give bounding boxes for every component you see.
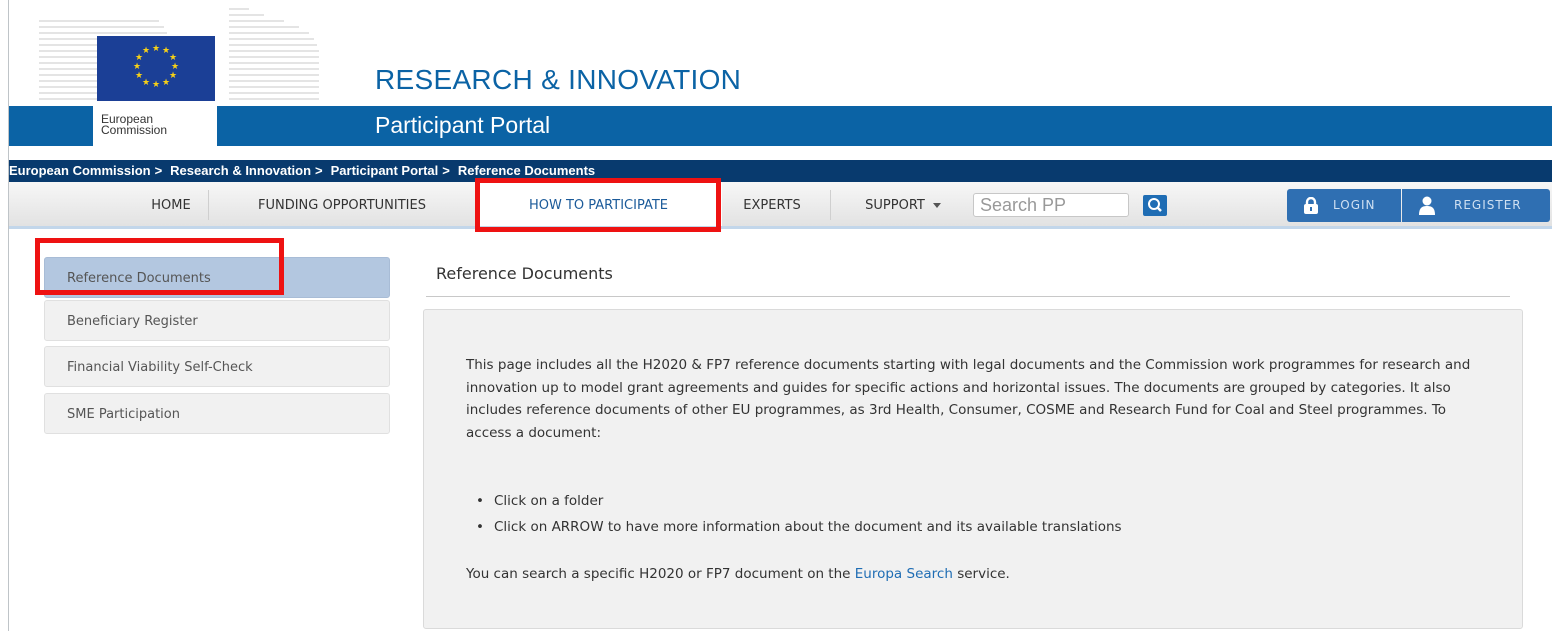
breadcrumb-current: Reference Documents bbox=[457, 163, 596, 178]
title-divider bbox=[426, 296, 1510, 297]
search-note-text: You can search a specific H2020 or FP7 d… bbox=[466, 566, 851, 582]
login-button[interactable]: LOGIN bbox=[1287, 189, 1401, 222]
svg-text:★: ★ bbox=[169, 71, 177, 81]
search-note-end: service. bbox=[957, 566, 1010, 582]
register-label: REGISTER bbox=[1454, 198, 1522, 212]
user-icon bbox=[1419, 196, 1435, 215]
site-title[interactable]: RESEARCH & INNOVATION bbox=[375, 64, 741, 96]
breadcrumb-link-portal[interactable]: Participant Portal bbox=[331, 160, 439, 182]
sidebar-item-financial-viability[interactable]: Financial Viability Self-Check bbox=[44, 346, 390, 387]
register-button[interactable]: REGISTER bbox=[1402, 189, 1550, 222]
eu-stars-icon: ★ ★ ★ ★ ★ ★ ★ ★ ★ ★ ★ ★ bbox=[133, 44, 179, 90]
title-band bbox=[9, 106, 1552, 146]
sidebar-item-reference-documents[interactable]: Reference Documents bbox=[44, 257, 390, 298]
portal-title[interactable]: Participant Portal bbox=[375, 112, 550, 139]
breadcrumb-separator: > bbox=[154, 163, 163, 178]
nav-funding-opportunities[interactable]: FUNDING OPPORTUNITIES bbox=[211, 182, 473, 226]
sidebar-item-beneficiary-register[interactable]: Beneficiary Register bbox=[44, 300, 390, 341]
nav-support-label: SUPPORT bbox=[865, 198, 925, 213]
nav-how-to-participate[interactable]: HOW TO PARTICIPATE bbox=[475, 182, 722, 226]
europa-search-link[interactable]: Europa Search bbox=[855, 566, 953, 582]
svg-text:★: ★ bbox=[135, 71, 143, 81]
eu-flag-logo[interactable]: ★ ★ ★ ★ ★ ★ ★ ★ ★ ★ ★ ★ bbox=[97, 36, 215, 101]
svg-text:★: ★ bbox=[133, 62, 141, 72]
breadcrumb-separator: > bbox=[442, 163, 450, 178]
login-label: LOGIN bbox=[1333, 198, 1376, 212]
nav-home[interactable]: HOME bbox=[136, 182, 206, 226]
page-title: Reference Documents bbox=[436, 264, 613, 283]
svg-text:★: ★ bbox=[142, 46, 150, 56]
list-item: Click on ARROW to have more information … bbox=[466, 514, 1122, 540]
svg-text:★: ★ bbox=[152, 44, 160, 54]
breadcrumb-separator: > bbox=[315, 163, 323, 178]
sidebar-item-sme-participation[interactable]: SME Participation bbox=[44, 393, 390, 434]
logo-line-2: Commission bbox=[101, 123, 168, 137]
instructions-list: Click on a folder Click on ARROW to have… bbox=[466, 488, 1122, 540]
svg-text:★: ★ bbox=[142, 78, 150, 88]
search-button[interactable] bbox=[1143, 195, 1167, 216]
nav-support[interactable]: SUPPORT bbox=[837, 182, 969, 226]
svg-text:★: ★ bbox=[162, 78, 170, 88]
commission-logo-box[interactable]: European Commission bbox=[93, 106, 217, 146]
breadcrumb: European Commission > Research & Innovatio… bbox=[9, 160, 1552, 182]
intro-paragraph: This page includes all the H2020 & FP7 r… bbox=[466, 357, 1471, 441]
site-header: ★ ★ ★ ★ ★ ★ ★ ★ ★ ★ ★ ★ European Commiss… bbox=[9, 0, 1552, 152]
list-item: Click on a folder bbox=[466, 488, 1122, 514]
breadcrumb-link-research[interactable]: Research & Innovation bbox=[170, 160, 311, 182]
svg-text:★: ★ bbox=[152, 80, 160, 90]
nav-experts[interactable]: EXPERTS bbox=[724, 182, 820, 226]
search-icon bbox=[1148, 198, 1162, 212]
chevron-down-icon bbox=[932, 203, 941, 208]
search-input[interactable]: Search PP bbox=[973, 193, 1129, 217]
breadcrumb-link-commission[interactable]: European Commission bbox=[9, 160, 151, 182]
lock-icon bbox=[1304, 197, 1318, 214]
search-note: You can search a specific H2020 or FP7 d… bbox=[466, 566, 1010, 582]
